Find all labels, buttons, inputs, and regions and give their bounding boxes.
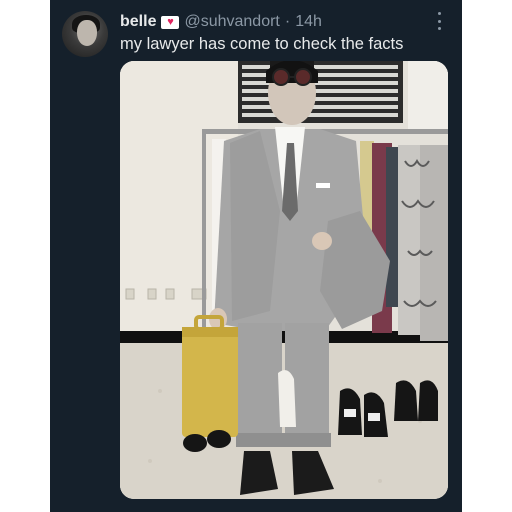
tweet-header: belle ♥ @suhvandort · 14h xyxy=(120,12,322,32)
user-handle[interactable]: @suhvandort xyxy=(184,13,279,31)
separator-dot: · xyxy=(284,13,291,30)
avatar[interactable] xyxy=(62,11,108,57)
timestamp[interactable]: 14h xyxy=(295,13,322,31)
heart-badge-icon: ♥ xyxy=(161,15,180,29)
tweet-photo[interactable] xyxy=(120,61,448,499)
display-name[interactable]: belle xyxy=(120,13,156,31)
tweet-text: my lawyer has come to check the facts xyxy=(120,35,404,53)
more-icon[interactable] xyxy=(436,12,442,30)
photo-image xyxy=(120,61,448,499)
tweet-card: belle ♥ @suhvandort · 14h my lawyer has … xyxy=(50,0,462,512)
